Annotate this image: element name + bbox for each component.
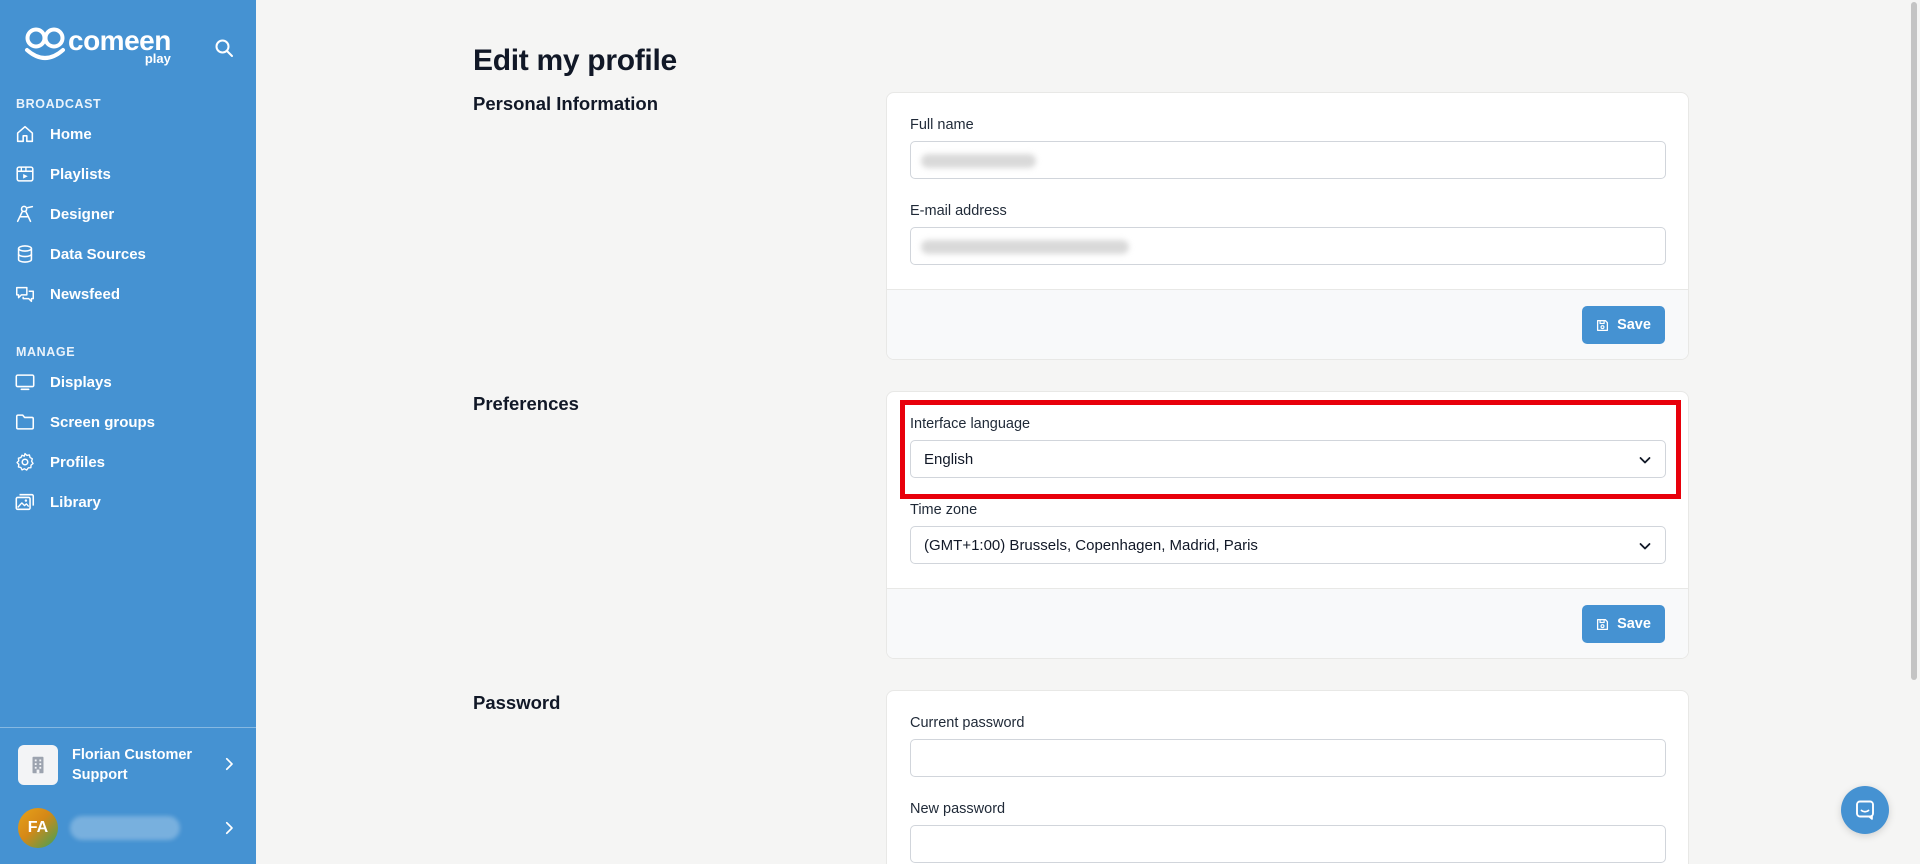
- save-button-label: Save: [1617, 616, 1651, 632]
- designer-icon: [16, 205, 34, 223]
- preferences-card-footer: Save: [887, 588, 1688, 658]
- new-password-input[interactable]: [910, 825, 1666, 863]
- search-button[interactable]: [212, 36, 236, 60]
- comeen-logo[interactable]: comeen play: [24, 26, 171, 66]
- email-redacted: [921, 240, 1129, 254]
- user-menu[interactable]: FA: [18, 808, 240, 848]
- sidebar-item-label: Designer: [50, 205, 115, 223]
- save-button-label: Save: [1617, 317, 1651, 333]
- chevron-right-icon: [225, 757, 233, 771]
- email-input[interactable]: [910, 227, 1666, 265]
- sidebar-divider: [0, 727, 256, 728]
- full-name-label: Full name: [910, 117, 974, 133]
- sidebar-item-profiles[interactable]: Profiles: [14, 447, 244, 477]
- user-name-redacted: [70, 816, 180, 840]
- floppy-disk-icon: [1597, 319, 1609, 331]
- save-personal-button[interactable]: Save: [1582, 306, 1665, 344]
- time-zone-value: (GMT+1:00) Brussels, Copenhagen, Madrid,…: [924, 536, 1258, 554]
- full-name-input[interactable]: [910, 141, 1666, 179]
- sidebar-item-newsfeed[interactable]: Newsfeed: [14, 279, 244, 309]
- organization-avatar: [18, 745, 58, 785]
- interface-language-label: Interface language: [910, 416, 1031, 432]
- organization-name: Florian Customer Support: [72, 747, 193, 783]
- sidebar-item-label: Newsfeed: [50, 285, 121, 303]
- nav-section-broadcast: BROADCAST: [16, 97, 102, 111]
- comeen-logo-icon: [25, 27, 65, 60]
- user-avatar: FA: [18, 808, 58, 848]
- interface-language-select[interactable]: English: [910, 440, 1666, 478]
- sidebar-item-label: Displays: [50, 373, 112, 391]
- sidebar-item-data-sources[interactable]: Data Sources: [14, 239, 244, 269]
- sidebar-item-label: Home: [50, 125, 92, 143]
- sidebar-item-label: Profiles: [50, 453, 106, 471]
- page-title: Edit my profile: [473, 44, 677, 77]
- playlist-icon: [16, 166, 34, 182]
- sidebar-item-label: Data Sources: [50, 245, 146, 263]
- building-icon: [32, 756, 44, 774]
- current-password-input[interactable]: [910, 739, 1666, 777]
- interface-language-value: English: [924, 450, 974, 468]
- chat-icon: [1856, 800, 1874, 820]
- search-icon: [215, 39, 233, 57]
- home-icon: [16, 125, 34, 143]
- personal-card-footer: Save: [887, 289, 1688, 359]
- chat-bubbles-icon: [16, 286, 34, 303]
- scrollbar-thumb[interactable]: [1911, 2, 1917, 680]
- personal-information-heading: Personal Information: [473, 93, 659, 114]
- gear-icon: [16, 452, 34, 471]
- full-name-redacted: [921, 154, 1036, 168]
- folder-icon: [15, 414, 35, 430]
- floppy-disk-icon: [1597, 618, 1609, 630]
- chevron-down-icon: [1639, 457, 1651, 464]
- sidebar-item-displays[interactable]: Displays: [14, 367, 244, 397]
- chevron-down-icon: [1639, 543, 1651, 550]
- chevron-right-icon: [225, 821, 233, 835]
- logo-subtitle: play: [144, 51, 171, 66]
- sidebar-item-playlists[interactable]: Playlists: [14, 159, 244, 189]
- personal-information-card: Full name E-mail address Save: [886, 92, 1689, 360]
- sidebar-item-home[interactable]: Home: [14, 119, 244, 149]
- sidebar-item-label: Screen groups: [50, 413, 156, 431]
- password-heading: Password: [473, 692, 561, 713]
- database-icon: [17, 245, 33, 263]
- organization-switcher[interactable]: Florian Customer Support: [18, 743, 240, 787]
- preferences-heading: Preferences: [473, 393, 579, 414]
- time-zone-select[interactable]: (GMT+1:00) Brussels, Copenhagen, Madrid,…: [910, 526, 1666, 564]
- current-password-label: Current password: [910, 715, 1025, 731]
- save-preferences-button[interactable]: Save: [1582, 605, 1665, 643]
- sidebar: comeen play BROADCAST Home Playlists Des…: [0, 0, 256, 864]
- sidebar-item-label: Playlists: [50, 165, 111, 183]
- email-label: E-mail address: [910, 203, 1007, 219]
- sidebar-item-screen-groups[interactable]: Screen groups: [14, 407, 244, 437]
- monitor-icon: [15, 374, 35, 391]
- sidebar-item-label: Library: [50, 493, 101, 511]
- nav-section-manage: MANAGE: [16, 345, 76, 359]
- images-icon: [15, 493, 35, 511]
- preferences-card: Interface language English Time zone (GM…: [886, 391, 1689, 659]
- chat-widget-button[interactable]: [1841, 786, 1889, 834]
- time-zone-label: Time zone: [910, 502, 978, 518]
- sidebar-item-designer[interactable]: Designer: [14, 199, 244, 229]
- new-password-label: New password: [910, 801, 1006, 817]
- sidebar-item-library[interactable]: Library: [14, 487, 244, 517]
- password-card: Current password New password: [886, 690, 1689, 864]
